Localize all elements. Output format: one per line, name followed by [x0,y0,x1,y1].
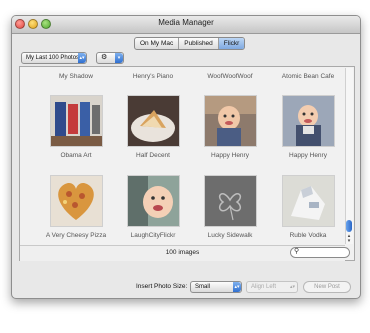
popup-arrows-icon: ▴▾ [289,284,295,290]
photo-title[interactable]: Henry's Piano [118,73,188,80]
source-tabs: On My Mac Published Flickr [134,37,246,50]
new-post-button[interactable]: New Post [303,281,351,293]
photo-title[interactable]: Happy Henry [195,152,265,159]
photo-thumbnail-laughcityflickr[interactable] [127,175,180,227]
photo-title[interactable]: Happy Henry [273,152,343,159]
photo-title[interactable]: A Very Cheesy Pizza [41,232,111,239]
scrollbar-thumb[interactable] [346,220,352,232]
chevron-down-icon: ▾ [115,53,123,63]
photo-size-value: Small [195,284,211,290]
align-popup[interactable]: Align Left ▴▾ [246,281,298,293]
photo-title[interactable]: My Shadow [41,73,111,80]
photo-title[interactable]: Lucky Sidewalk [195,232,265,239]
scroll-down-arrow-icon[interactable]: ▾ [346,239,352,244]
photo-size-popup[interactable]: Small ▴▾ [190,281,242,293]
title-bar: Media Manager [12,16,360,34]
gear-icon: ⚙ [101,54,108,61]
popup-arrows-icon: ▴▾ [78,53,86,63]
tab-flickr[interactable]: Flickr [218,38,245,49]
action-menu-button[interactable]: ⚙ ▾ [96,52,124,64]
photo-browser: My Shadow Henry's Piano WoofWoofWoof Ato… [19,66,355,261]
photo-thumbnail-happy-henry-2[interactable] [282,95,335,147]
search-field[interactable]: ⚲ [290,247,350,258]
tab-published[interactable]: Published [179,38,219,49]
photo-title[interactable]: Atomic Bean Cafe [273,73,343,80]
photo-title[interactable]: LaughCityFlickr [118,232,188,239]
window-title: Media Manager [158,18,214,27]
photo-thumbnail-ruble-vodka[interactable] [282,175,335,227]
tab-on-my-mac[interactable]: On My Mac [135,38,180,49]
photo-thumbnail-lucky-sidewalk[interactable] [204,175,257,227]
photo-title[interactable]: WoofWoofWoof [195,73,265,80]
popup-arrows-icon: ▴▾ [233,282,241,292]
insert-photo-size-label: Insert Photo Size: [136,283,188,290]
media-manager-window: Media Manager On My Mac Published Flickr… [11,15,361,299]
photo-title[interactable]: Ruble Vodka [273,232,343,239]
vertical-scrollbar[interactable] [345,68,353,244]
photo-title[interactable]: Obama Art [41,152,111,159]
photo-source-popup[interactable]: My Last 100 Photos ▴▾ [21,52,87,64]
align-value: Align Left [251,284,277,290]
photo-thumbnail-obama-art[interactable] [50,95,103,147]
photo-thumbnail-cheesy-pizza[interactable] [50,175,103,227]
photo-title[interactable]: Half Decent [118,152,188,159]
photo-thumbnail-half-decent[interactable] [127,95,180,147]
photo-thumbnail-happy-henry-1[interactable] [204,95,257,147]
photo-source-label: My Last 100 Photos [26,55,80,61]
search-icon: ⚲ [294,248,300,255]
